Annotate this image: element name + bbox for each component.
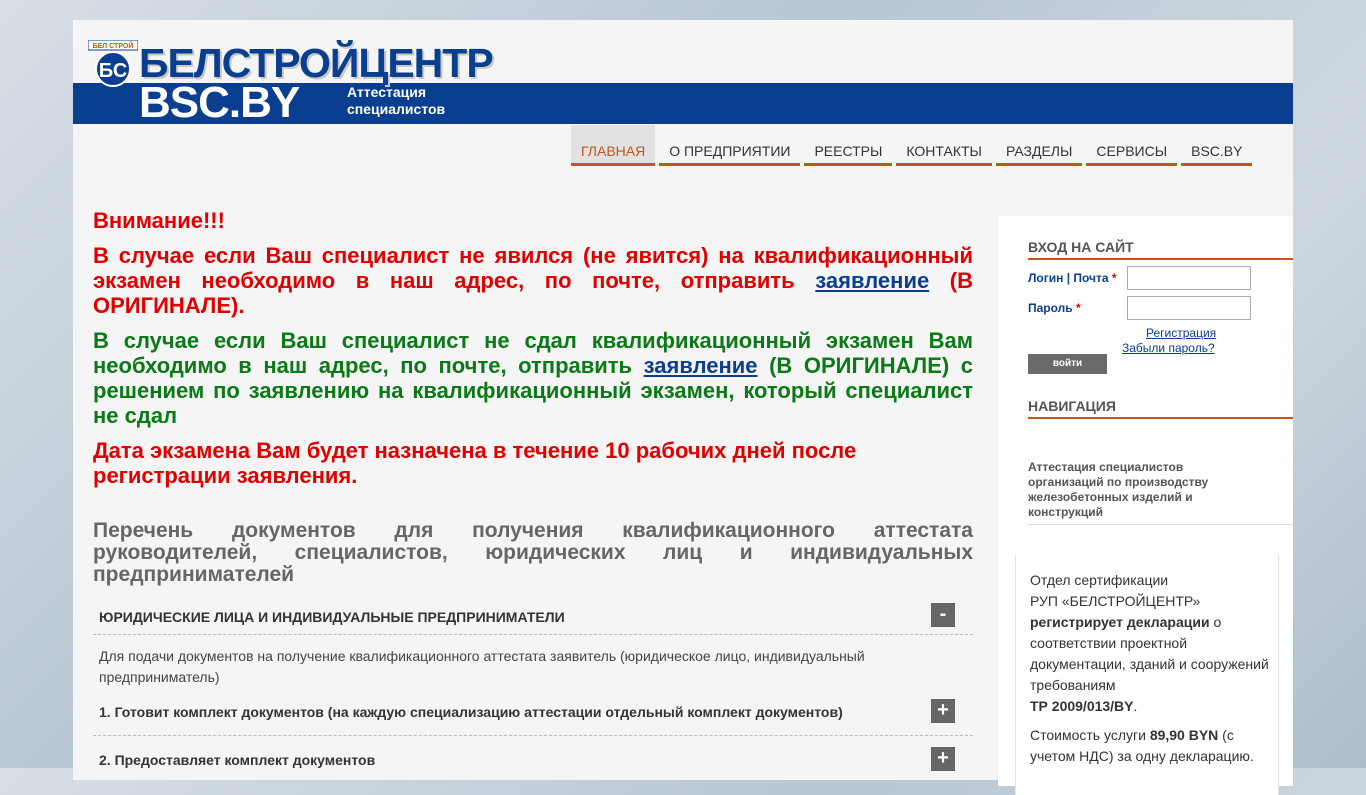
collapse-icon[interactable]: - [931, 603, 955, 627]
nav-item-contacts[interactable]: КОНТАКТЫ [896, 125, 992, 166]
cert-line-3: регистрирует декларации о соответствии п… [1030, 612, 1270, 696]
cert-line-2: РУП «БЕЛСТРОЙЦЕНТР» [1030, 593, 1201, 609]
badge-top-text: БЕЛ СТРОЙ [93, 41, 134, 50]
documents-heading: Перечень документов для получения квалиф… [93, 519, 973, 586]
login-label-text: Логин | Почта [1028, 271, 1109, 285]
notice-paragraph-date: Дата экзамена Вам будет назначена в тече… [93, 438, 857, 488]
nav-item-about[interactable]: О ПРЕДПРИЯТИИ [659, 125, 801, 166]
accordion-legal-entities[interactable]: ЮРИДИЧЕСКИЕ ЛИЦА И ИНДИВИДУАЛЬНЫЕ ПРЕДПР… [93, 597, 973, 635]
navigation-link-concrete[interactable]: Аттестация специалистов организаций по п… [1028, 460, 1258, 520]
brand-subtitle-line2: специалистов [347, 101, 446, 117]
badge-letters: БС [99, 60, 128, 82]
cert-cost: Стоимость услуги 89,90 BYN (с учетом НДС… [1030, 725, 1270, 767]
notice-paragraph-failed: В случае если Ваш специалист не сдал ква… [93, 328, 973, 428]
password-required-mark: * [1076, 301, 1081, 315]
password-label-text: Пароль [1028, 301, 1073, 315]
brand-domain[interactable]: BSC.BY [139, 80, 300, 126]
password-field-label: Пароль * [1028, 301, 1081, 315]
notice-paragraph-absent: В случае если Ваш специалист не явился (… [93, 243, 973, 318]
nav-item-home[interactable]: ГЛАВНАЯ [571, 125, 656, 166]
brand-subtitle: Аттестация специалистов [347, 84, 445, 118]
cert-description: Отдел сертификации РУП «БЕЛСТРОЙЦЕНТР» р… [1030, 570, 1270, 717]
cert-cost-value: 89,90 BYN [1149, 727, 1219, 743]
cert-cost-before: Стоимость услуги [1030, 727, 1150, 743]
login-input[interactable] [1127, 266, 1251, 290]
nav-item-registries[interactable]: РЕЕСТРЫ [804, 125, 893, 166]
cert-tr: ТР 2009/013/BY [1030, 698, 1134, 714]
sidebar-divider [1028, 524, 1293, 525]
application-link-2[interactable]: заявление [644, 353, 758, 378]
attention-heading: Внимание!!! [93, 208, 225, 233]
expand-icon[interactable]: + [931, 747, 955, 771]
certification-info-box: Отдел сертификации РУП «БЕЛСТРОЙЦЕНТР» р… [1015, 555, 1279, 795]
accordion-legal-entities-title: ЮРИДИЧЕСКИЕ ЛИЦА И ИНДИВИДУАЛЬНЫЕ ПРЕДПР… [99, 609, 565, 625]
cert-tr-after: . [1133, 698, 1138, 714]
nav-item-services[interactable]: СЕРВИСЫ [1086, 125, 1178, 166]
main-nav: ГЛАВНАЯ О ПРЕДПРИЯТИИ РЕЕСТРЫ КОНТАКТЫ Р… [571, 125, 1256, 166]
register-link[interactable]: Регистрация [1146, 326, 1216, 340]
sidebar: ВХОД НА САЙТ Логин | Почта * Пароль * во… [998, 216, 1293, 795]
login-required-mark: * [1111, 271, 1117, 285]
password-input[interactable] [1127, 296, 1251, 320]
accordion-step-1-title: 1. Готовит комплект документов (на кажду… [99, 704, 843, 720]
accordion-intro-text: Для подачи документов на получение квали… [99, 648, 865, 685]
accordion-step-2-title: 2. Предоставляет комплект документов [99, 752, 376, 768]
application-link-1[interactable]: заявление [815, 268, 929, 293]
nav-item-bscby[interactable]: BSC.BY [1181, 125, 1253, 166]
nav-item-sections[interactable]: РАЗДЕЛЫ [995, 125, 1083, 166]
cert-tr-line: ТР 2009/013/BY. [1030, 696, 1270, 717]
accordion-step-1[interactable]: 1. Готовит комплект документов (на кажду… [93, 696, 973, 736]
login-title: ВХОД НА САЙТ [1028, 239, 1293, 260]
cert-bold: регистрирует декларации [1030, 614, 1210, 630]
page-container: БЕЛ СТРОЙ БС БЕЛСТРОЙЦЕНТР BSC.BY Аттест… [73, 20, 1293, 795]
accordion-step-2[interactable]: 2. Предоставляет комплект документов + [93, 744, 973, 784]
site-header: БЕЛ СТРОЙ БС БЕЛСТРОЙЦЕНТР BSC.BY Аттест… [73, 20, 1293, 126]
notice-block: Внимание!!! В случае если Ваш специалист… [93, 208, 973, 498]
forgot-password-link[interactable]: Забыли пароль? [1122, 341, 1215, 355]
brand-subtitle-line1: Аттестация [347, 84, 427, 100]
login-field-label: Логин | Почта * [1028, 271, 1117, 285]
cert-line-1: Отдел сертификации [1030, 572, 1169, 588]
login-button[interactable]: войти [1028, 354, 1107, 374]
expand-icon[interactable]: + [931, 699, 955, 723]
navigation-title: НАВИГАЦИЯ [1028, 398, 1293, 419]
bsc-logo-icon[interactable]: БЕЛ СТРОЙ БС [87, 39, 139, 88]
